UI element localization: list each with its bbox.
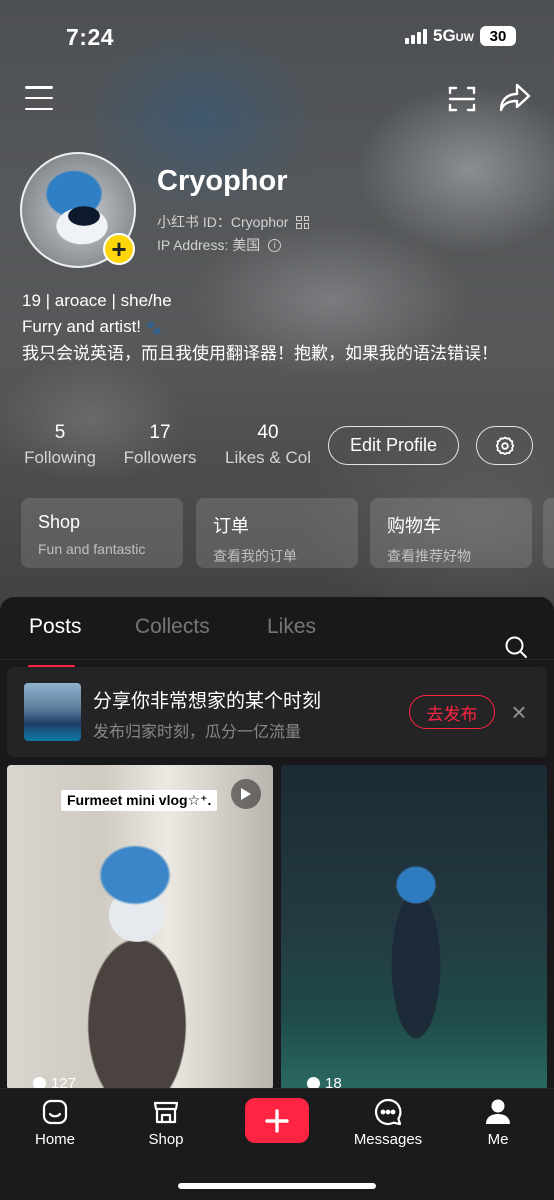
stat-value: 17 xyxy=(149,422,171,443)
card-subtitle: Fun and fantastic xyxy=(38,541,146,557)
profile-bio: 19 | aroace | she/he Furry and artist! 🐾… xyxy=(22,288,522,367)
gear-icon xyxy=(495,436,514,455)
nav-label: Home xyxy=(34,1131,75,1148)
post-card[interactable]: 18 xyxy=(281,765,547,1090)
promo-subtitle: 发布归家时刻，瓜分一亿流量 xyxy=(93,724,302,741)
shop-card[interactable]: Shop Fun and fantastic xyxy=(21,498,183,568)
nav-shop[interactable]: Shop xyxy=(126,1097,206,1148)
more-card-peek[interactable] xyxy=(543,498,554,568)
promo-banner[interactable]: 分享你非常想家的某个时刻 发布归家时刻，瓜分一亿流量 去发布 × xyxy=(7,667,547,757)
stat-label: Followers xyxy=(123,448,197,467)
card-title: 订单 xyxy=(213,516,249,536)
tabs-divider xyxy=(0,659,554,660)
post-label: Furmeet mini vlog☆⁺. xyxy=(61,790,218,811)
promo-post-button[interactable]: 去发布 xyxy=(409,695,495,729)
card-title: 购物车 xyxy=(387,516,441,536)
bio-line: Furry and artist! 🐾 xyxy=(22,317,162,336)
tab-bar: Posts Collects Likes xyxy=(0,615,554,668)
promo-thumbnail xyxy=(24,683,81,741)
nav-messages[interactable]: Messages xyxy=(348,1097,428,1148)
home-icon xyxy=(42,1099,68,1125)
info-icon[interactable]: i xyxy=(268,238,282,252)
signal-icon xyxy=(404,28,427,44)
tab-posts[interactable]: Posts xyxy=(29,615,82,639)
profile-id: 小红书 ID：Cryophor xyxy=(157,212,310,232)
stat-label: Following xyxy=(24,448,96,467)
search-icon[interactable] xyxy=(504,635,528,659)
person-icon xyxy=(486,1099,510,1124)
profile-name: Cryophor xyxy=(157,165,288,197)
close-icon[interactable]: × xyxy=(509,697,529,727)
nav-label: Me xyxy=(487,1131,509,1148)
card-subtitle: 查看推荐好物 xyxy=(387,548,471,564)
nav-me[interactable]: Me xyxy=(458,1097,538,1148)
create-post-button[interactable] xyxy=(245,1098,309,1143)
edit-profile-button[interactable]: Edit Profile xyxy=(328,426,459,465)
stat-value: 40 xyxy=(257,422,279,443)
qr-code-icon[interactable] xyxy=(296,215,310,229)
orders-card[interactable]: 订单 查看我的订单 xyxy=(196,498,358,568)
status-bar: 7:24 5GUW 30 xyxy=(0,22,554,54)
nav-home[interactable]: Home xyxy=(15,1097,95,1148)
profile-id-text: 小红书 ID：Cryophor xyxy=(157,214,289,230)
profile-ip: IP Address: 美国 i xyxy=(157,235,282,255)
stat-following[interactable]: 5 Following xyxy=(22,422,98,468)
tab-collects[interactable]: Collects xyxy=(135,615,210,639)
plus-icon xyxy=(265,1108,289,1133)
play-icon xyxy=(231,779,261,809)
profile-ip-text: IP Address: 美国 xyxy=(157,237,261,253)
card-subtitle: 查看我的订单 xyxy=(213,548,297,564)
share-icon[interactable] xyxy=(498,82,532,114)
messages-icon xyxy=(375,1098,402,1126)
cart-card[interactable]: 购物车 查看推荐好物 xyxy=(370,498,532,568)
stat-likes-collects[interactable]: 40 Likes & Col xyxy=(222,422,314,468)
stat-label: Likes & Col xyxy=(225,448,311,467)
network-label: 5GUW xyxy=(432,26,474,45)
status-time: 7:24 xyxy=(66,24,115,50)
stat-followers[interactable]: 17 Followers xyxy=(121,422,199,468)
nav-label: Messages xyxy=(353,1131,423,1148)
nav-label: Shop xyxy=(148,1131,184,1148)
post-card[interactable]: Furmeet mini vlog☆⁺. 127 xyxy=(7,765,273,1090)
card-title: Shop xyxy=(38,512,81,532)
paw-icon: 🐾 xyxy=(145,320,162,335)
shop-icon xyxy=(153,1101,179,1124)
stat-value: 5 xyxy=(54,422,66,443)
status-indicators: 5GUW 30 xyxy=(404,26,516,46)
battery-icon: 30 xyxy=(480,26,516,46)
home-indicator[interactable] xyxy=(178,1183,376,1189)
promo-title: 分享你非常想家的某个时刻 xyxy=(93,691,322,712)
add-avatar-icon[interactable]: + xyxy=(103,233,135,265)
tab-likes[interactable]: Likes xyxy=(267,615,316,639)
menu-icon[interactable] xyxy=(25,86,53,110)
bio-line: 我只会说英语，而且我使用翻译器！抱歉，如果我的语法错误！ xyxy=(22,344,498,363)
scan-icon[interactable] xyxy=(447,84,477,114)
settings-button[interactable] xyxy=(476,426,533,465)
bottom-nav: Home Shop Messages Me xyxy=(0,1088,554,1200)
bio-line: 19 | aroace | she/he xyxy=(22,291,172,310)
